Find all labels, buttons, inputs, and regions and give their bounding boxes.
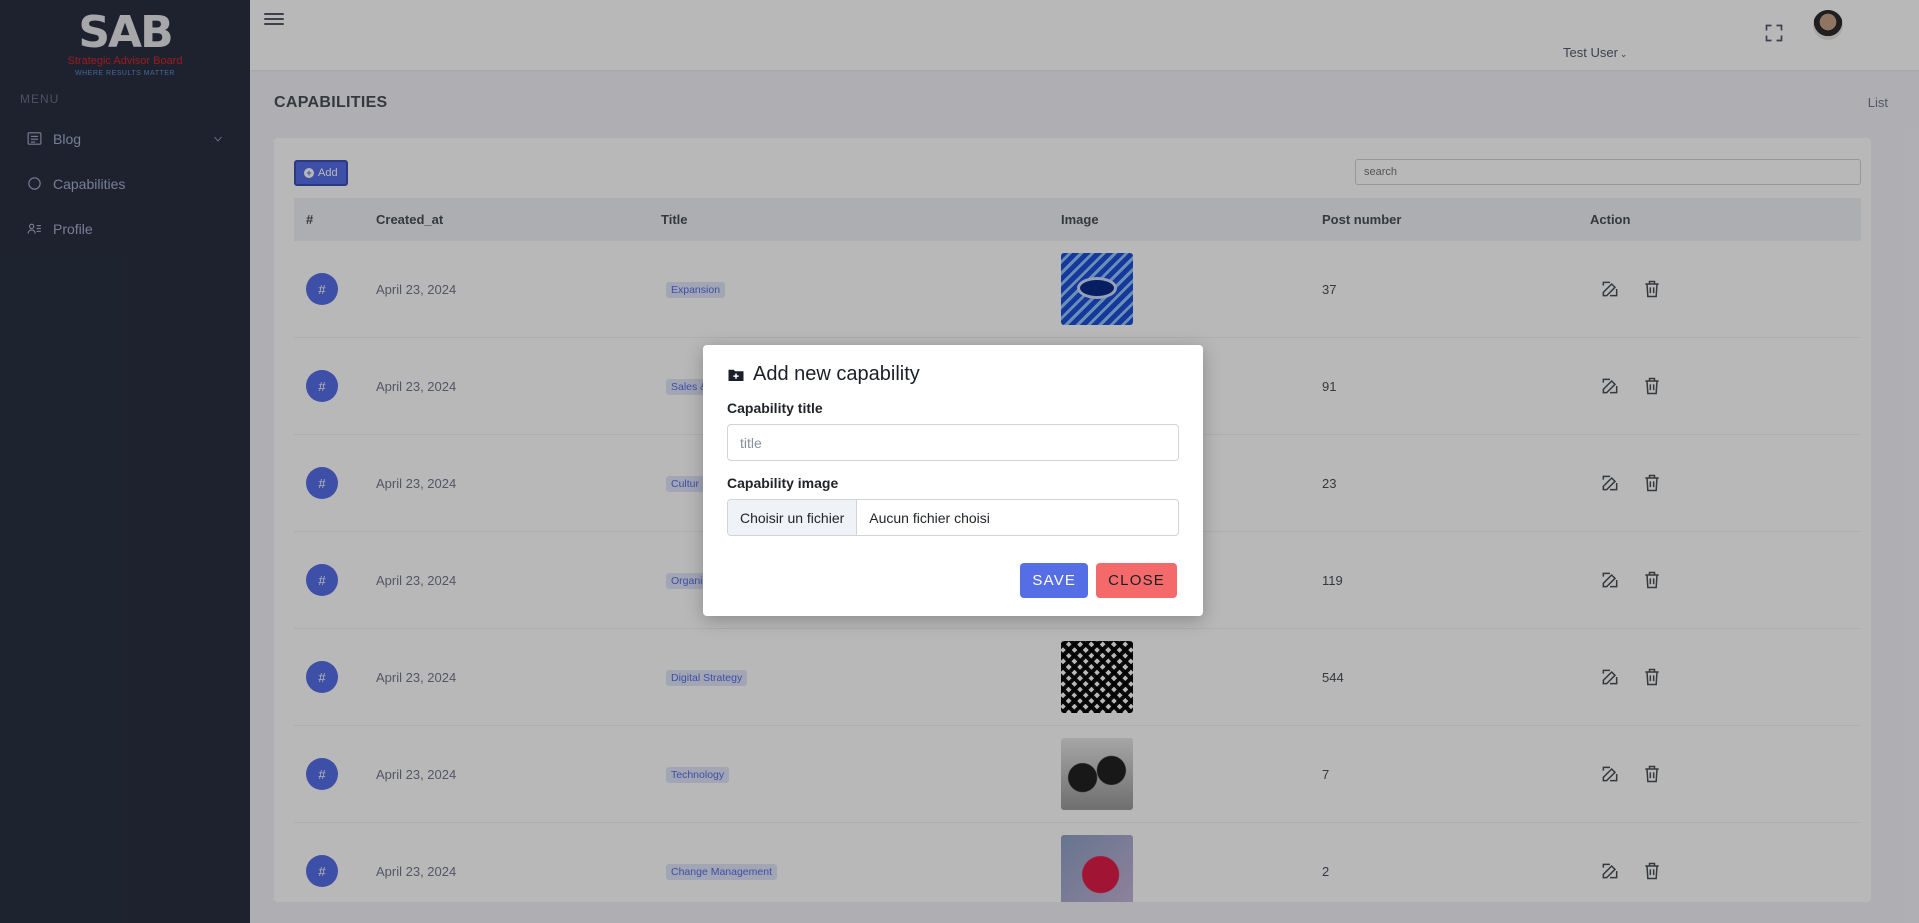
file-status: Aucun fichier choisi [869,509,990,526]
folder-plus-icon [728,369,744,381]
save-button[interactable]: SAVE [1020,563,1089,598]
choose-file-button[interactable]: Choisir un fichier [728,500,858,535]
capability-image-label: Capability image [727,475,839,491]
add-capability-modal: Add new capability Capability title Capa… [703,345,1203,616]
capability-title-label: Capability title [727,400,823,416]
modal-title: Add new capability [727,363,1179,386]
capability-image-file-input[interactable]: Choisir un fichier Aucun fichier choisi [727,499,1179,536]
capability-title-input[interactable] [727,424,1179,461]
modal-title-text: Add new capability [753,363,920,385]
close-button[interactable]: CLOSE [1096,563,1177,598]
